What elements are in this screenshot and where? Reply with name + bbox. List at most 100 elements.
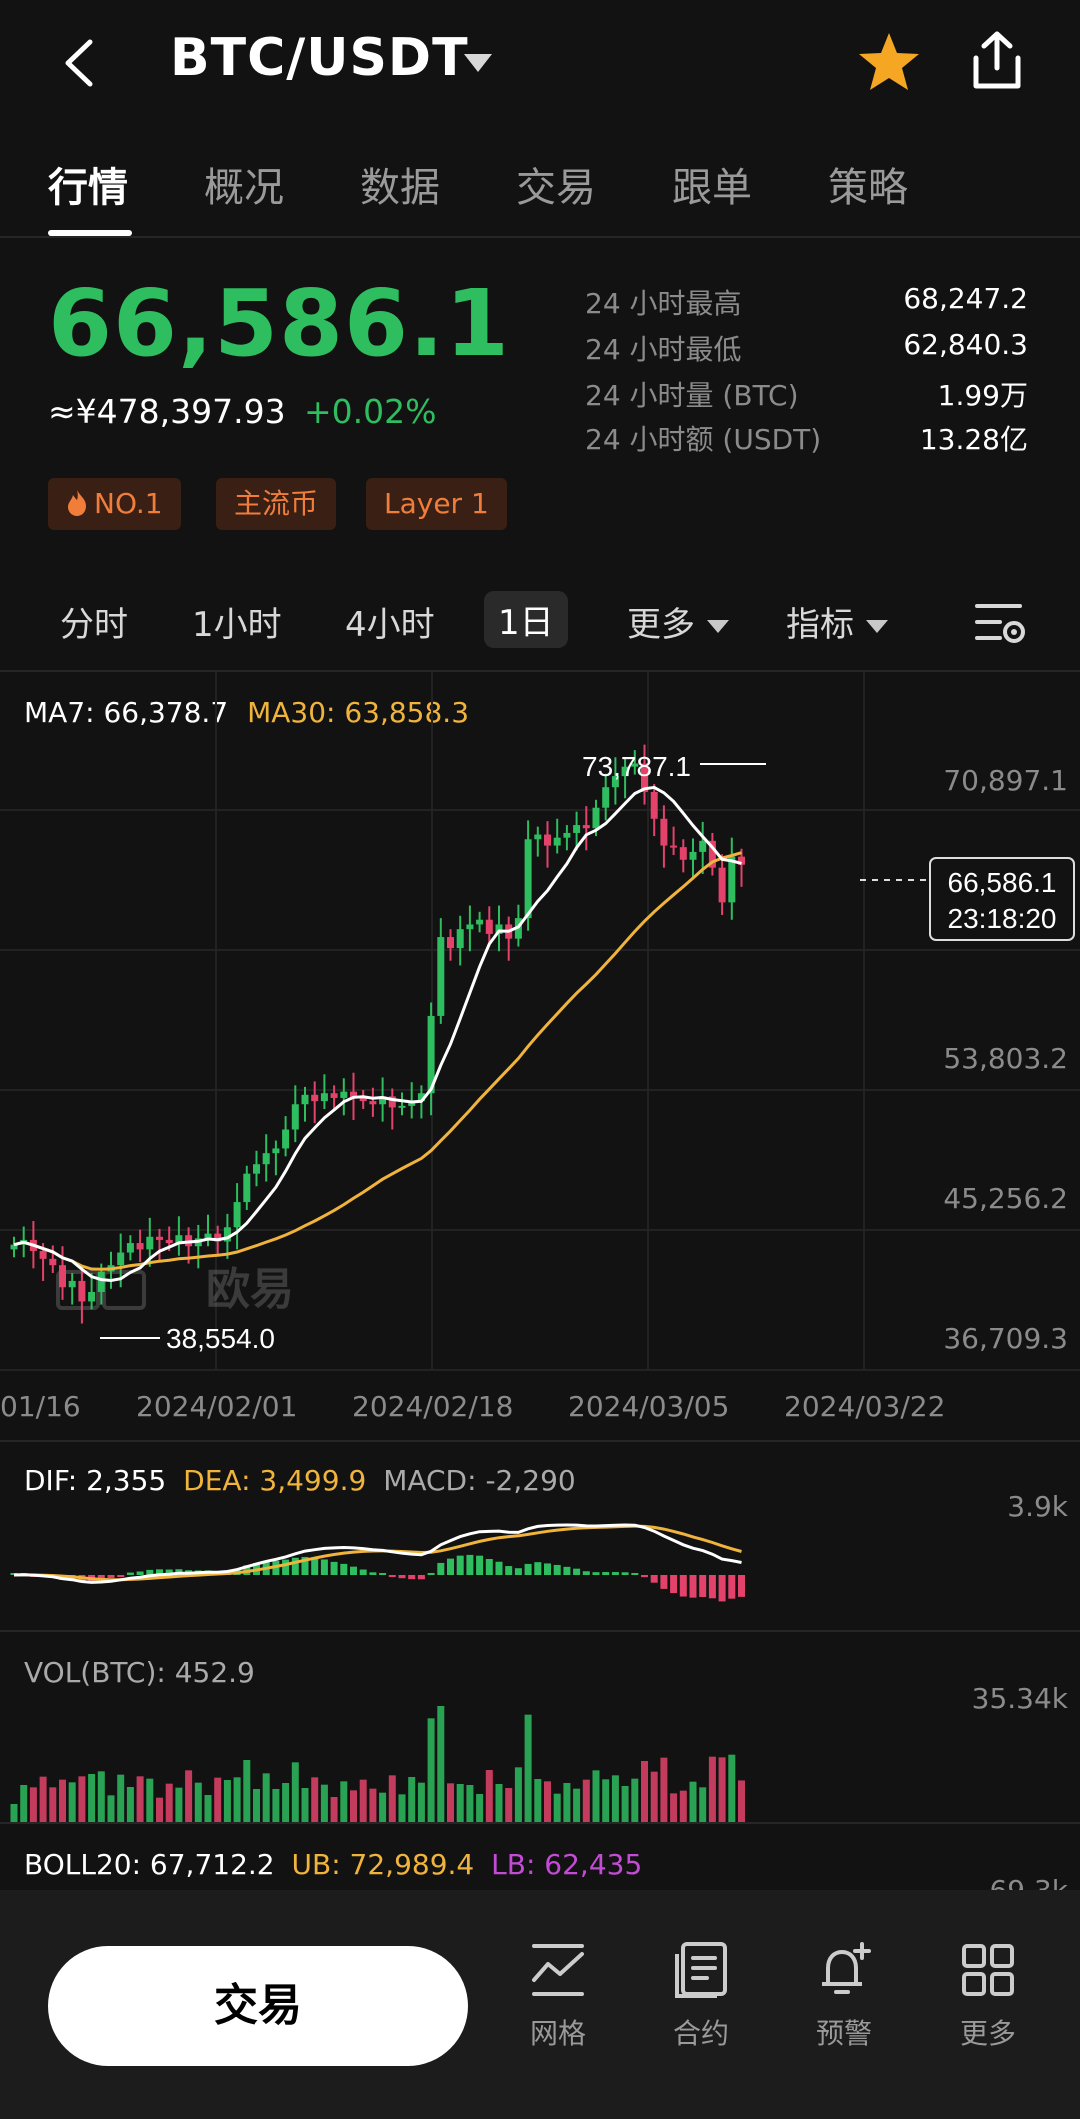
- tag-mainstream[interactable]: 主流币: [216, 478, 337, 530]
- tag-layer1[interactable]: Layer 1: [366, 478, 507, 530]
- candle-body: [602, 787, 610, 808]
- tab-strategy[interactable]: 策略: [828, 155, 908, 213]
- candle-body: [476, 919, 484, 925]
- flame-icon: [68, 490, 86, 516]
- macd-bar: [107, 1575, 115, 1578]
- tab-trade[interactable]: 交易: [516, 155, 596, 213]
- macd-bar: [514, 1568, 522, 1575]
- volume-bar: [641, 1761, 648, 1824]
- star-icon: [859, 33, 919, 90]
- share-button[interactable]: [970, 30, 1024, 96]
- tab-copy-trading[interactable]: 跟单: [672, 155, 752, 213]
- grid-bot-icon: [532, 1944, 584, 1996]
- candle-body: [282, 1129, 290, 1149]
- macd-bar: [738, 1575, 745, 1597]
- volume-bar: [679, 1790, 687, 1824]
- volume-bar: [253, 1789, 260, 1824]
- tab-overview[interactable]: 概况: [204, 155, 284, 213]
- candle-body: [437, 937, 445, 1016]
- last-price: 66,586.1: [48, 270, 510, 377]
- interval-1h[interactable]: 1小时: [192, 597, 282, 646]
- volume-bar: [49, 1787, 57, 1824]
- volume-bar: [136, 1776, 144, 1824]
- indicators-label: 指标: [786, 605, 854, 645]
- macd-bar: [650, 1575, 658, 1583]
- volume-bar: [582, 1779, 590, 1824]
- pair-title[interactable]: BTC/USDT: [170, 28, 469, 88]
- macd-chart: [10, 1523, 745, 1602]
- macd-bar: [495, 1561, 503, 1575]
- apps-grid-icon: [962, 1944, 1014, 1996]
- macd-bar: [728, 1575, 736, 1599]
- watermark: 欧易: [56, 1265, 294, 1314]
- interval-1d[interactable]: 1日: [484, 591, 568, 648]
- nav-contract[interactable]: 合约: [646, 1940, 756, 2052]
- candle-body: [146, 1236, 154, 1250]
- volume-bar: [563, 1783, 571, 1824]
- volume-bar: [534, 1779, 542, 1824]
- macd-bar: [330, 1561, 338, 1575]
- tab-data[interactable]: 数据: [360, 155, 440, 213]
- volume-bar: [214, 1777, 222, 1824]
- trade-button[interactable]: 交易: [48, 1946, 468, 2066]
- volume-bar: [185, 1770, 193, 1824]
- volume-bar: [156, 1797, 163, 1824]
- volume-bar: [68, 1782, 76, 1824]
- volume-bars: [10, 1706, 745, 1824]
- pair-dropdown[interactable]: [462, 52, 494, 78]
- candle-body: [78, 1280, 86, 1302]
- volume-bar: [505, 1788, 513, 1824]
- boll-legend: BOLL20: 67,712.2 UB: 72,989.4 LB: 62,435: [24, 1848, 642, 1881]
- volume-bar: [330, 1797, 338, 1824]
- candle-body: [59, 1265, 66, 1288]
- volume-bar: [59, 1779, 66, 1824]
- bell-plus-icon: [822, 1942, 871, 1994]
- volume-bar: [311, 1777, 319, 1824]
- volume-bar: [194, 1782, 202, 1824]
- macd-bar: [408, 1575, 416, 1580]
- volume-bar: [107, 1795, 115, 1824]
- macd-bar: [117, 1575, 125, 1577]
- indicators-menu[interactable]: 指标: [786, 597, 888, 646]
- interval-4h[interactable]: 4小时: [345, 597, 435, 646]
- nav-alert[interactable]: 预警: [789, 1940, 899, 2052]
- candle-body: [136, 1243, 144, 1250]
- macd-bar: [573, 1568, 581, 1575]
- candle-body: [660, 818, 668, 846]
- macd-bar: [679, 1575, 687, 1597]
- x-tick-2: 2024/02/01: [136, 1390, 298, 1423]
- volume-bar: [39, 1776, 47, 1824]
- share-icon: [973, 31, 1021, 89]
- volume-bar: [10, 1804, 18, 1824]
- candle-body: [553, 837, 561, 846]
- caret-down-icon: [464, 54, 492, 72]
- volume-bar: [650, 1771, 658, 1824]
- macd-value: MACD: -2,290: [383, 1464, 576, 1497]
- y-tick-3: 45,256.2: [943, 1182, 1068, 1215]
- y-tick-2: 53,803.2: [943, 1042, 1068, 1075]
- macd-bar: [708, 1575, 716, 1599]
- tag-rank[interactable]: NO.1: [48, 478, 181, 530]
- volume-bar: [670, 1793, 678, 1824]
- back-button[interactable]: [60, 38, 100, 92]
- candle-body: [369, 1101, 377, 1105]
- candlestick-chart[interactable]: 欧易 73,787.1 38,554.0 66,586.1 23:18:20: [0, 672, 1080, 1442]
- favorite-button[interactable]: [856, 30, 922, 98]
- candle-body: [262, 1153, 270, 1165]
- chart-settings-button[interactable]: [974, 600, 1026, 650]
- candle-body: [563, 832, 571, 838]
- price-change: +0.02%: [304, 392, 437, 431]
- interval-more[interactable]: 更多: [627, 597, 729, 646]
- volume-bar: [282, 1783, 290, 1824]
- tag-rank-label: NO.1: [94, 487, 163, 520]
- volume-bar: [272, 1789, 280, 1824]
- macd-bars: [10, 1554, 745, 1602]
- nav-more[interactable]: 更多: [933, 1940, 1043, 2052]
- macd-bar: [563, 1566, 571, 1575]
- tab-market[interactable]: 行情: [48, 155, 128, 213]
- nav-grid[interactable]: 网格: [503, 1940, 613, 2052]
- candle-body: [88, 1291, 96, 1302]
- volume-bar: [262, 1773, 270, 1824]
- interval-timeshare[interactable]: 分时: [60, 597, 128, 646]
- macd-bar: [379, 1573, 387, 1575]
